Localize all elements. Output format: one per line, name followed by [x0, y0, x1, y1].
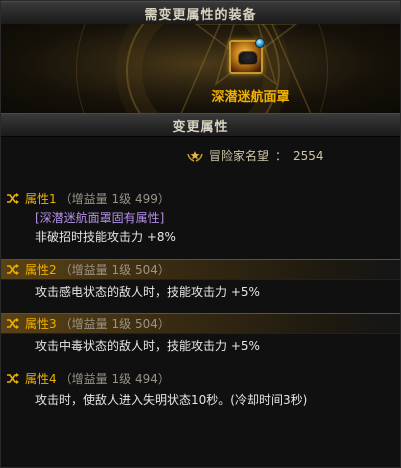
- mask-visor: [238, 51, 258, 65]
- meta-label: 增益量 1级: [71, 263, 132, 277]
- meta-label: 增益量 1级: [71, 317, 132, 331]
- meta-value: 504: [134, 317, 158, 331]
- property-row-3[interactable]: 属性3 （增益量 1级 504）: [1, 313, 400, 334]
- meta-value: 494: [134, 372, 158, 386]
- meta-close: ）: [157, 372, 170, 386]
- property-row-1[interactable]: 属性1 （增益量 1级 499）: [1, 188, 400, 209]
- property-meta: （增益量 1级 504）: [60, 261, 170, 278]
- meta-label: 增益量 1级: [71, 192, 132, 206]
- property-title: 属性1: [25, 192, 57, 206]
- equip-section-header: 需变更属性的装备: [1, 1, 400, 25]
- property-row-2[interactable]: 属性2 （增益量 1级 504）: [1, 259, 400, 280]
- shuffle-icon: [7, 373, 19, 384]
- item-name: 深潜迷航面罩: [211, 90, 290, 105]
- property-desc: 攻击时，使敌人进入失明状态10秒。(冷却时间3秒): [35, 393, 308, 407]
- change-section-title: 变更属性: [172, 119, 229, 135]
- meta-open: （: [59, 263, 72, 277]
- meta-open: （: [59, 192, 72, 206]
- diving-mask-icon[interactable]: [229, 38, 265, 74]
- property-desc: 攻击感电状态的敌人时，技能攻击力 +5%: [35, 285, 260, 299]
- fame-separator: ：: [275, 149, 288, 163]
- change-section-header: 变更属性: [1, 113, 400, 137]
- meta-value: 499: [134, 192, 158, 206]
- property-meta: （增益量 1级 494）: [60, 370, 170, 387]
- property-desc: 攻击中毒状态的敌人时，技能攻击力 +5%: [35, 339, 260, 353]
- property-title: 属性4: [25, 372, 57, 386]
- shuffle-icon: [7, 193, 19, 204]
- adventurer-fame: 冒险家名望 ： 2554: [187, 147, 324, 164]
- property-meta: （增益量 1级 504）: [60, 315, 170, 332]
- meta-close: ）: [157, 317, 170, 331]
- equip-section-title: 需变更属性的装备: [144, 7, 257, 23]
- meta-value: 504: [134, 263, 158, 277]
- property-desc: 非破招时技能攻击力 +8%: [35, 230, 176, 244]
- meta-label: 增益量 1级: [71, 372, 132, 386]
- fame-label: 冒险家名望: [209, 149, 270, 163]
- property-title: 属性2: [25, 263, 57, 277]
- meta-close: ）: [157, 192, 170, 206]
- meta-open: （: [59, 372, 72, 386]
- property-meta: （增益量 1级 499）: [60, 190, 170, 207]
- blue-gem-icon: [255, 38, 265, 48]
- property-row-4[interactable]: 属性4 （增益量 1级 494）: [1, 368, 400, 389]
- property-title: 属性3: [25, 317, 57, 331]
- meta-close: ）: [157, 263, 170, 277]
- fame-laurel-icon: [187, 150, 203, 162]
- change-property-panel: 需变更属性的装备 深潜迷航面罩 变更属性 冒险家名望 ： 2554 属性1 （增益…: [0, 0, 401, 468]
- meta-open: （: [59, 317, 72, 331]
- shuffle-icon: [7, 264, 19, 275]
- property-tag: [深潜迷航面罩固有属性]: [35, 211, 165, 225]
- equip-banner: 深潜迷航面罩: [1, 24, 400, 113]
- fame-value: 2554: [293, 148, 324, 163]
- shuffle-icon: [7, 318, 19, 329]
